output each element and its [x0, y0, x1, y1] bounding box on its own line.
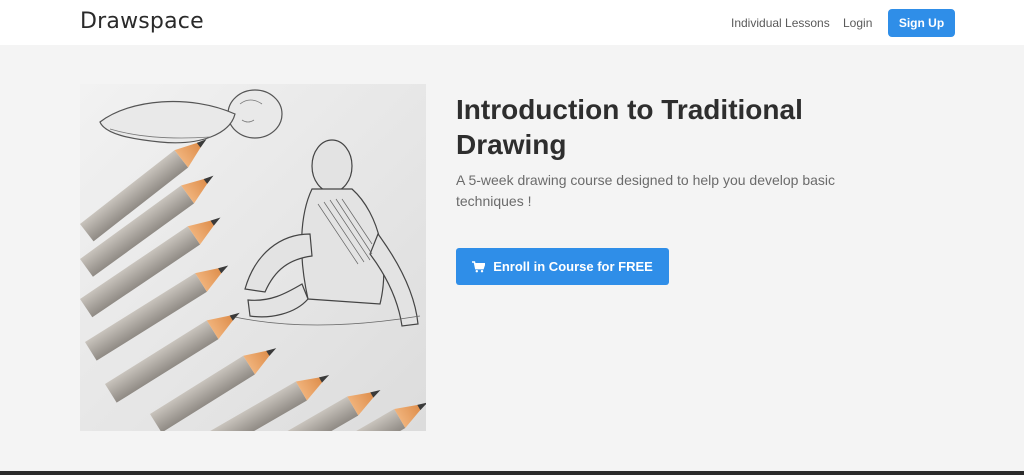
cart-icon	[472, 260, 486, 272]
nav-individual-lessons[interactable]: Individual Lessons	[731, 16, 830, 30]
pencil-drawing-illustration	[80, 84, 426, 431]
site-logo[interactable]: Drawspace	[80, 9, 204, 34]
page-bottom-edge	[0, 471, 1024, 475]
top-navigation-bar: Drawspace Individual Lessons Login Sign …	[0, 0, 1024, 45]
sign-up-button[interactable]: Sign Up	[888, 9, 955, 37]
nav-login[interactable]: Login	[843, 16, 872, 30]
enroll-button-label: Enroll in Course for FREE	[493, 259, 653, 274]
enroll-button[interactable]: Enroll in Course for FREE	[456, 248, 669, 285]
course-title: Introduction to Traditional Drawing	[456, 94, 803, 160]
course-description: A 5-week drawing course designed to help…	[456, 172, 836, 209]
course-hero-image	[80, 84, 426, 431]
